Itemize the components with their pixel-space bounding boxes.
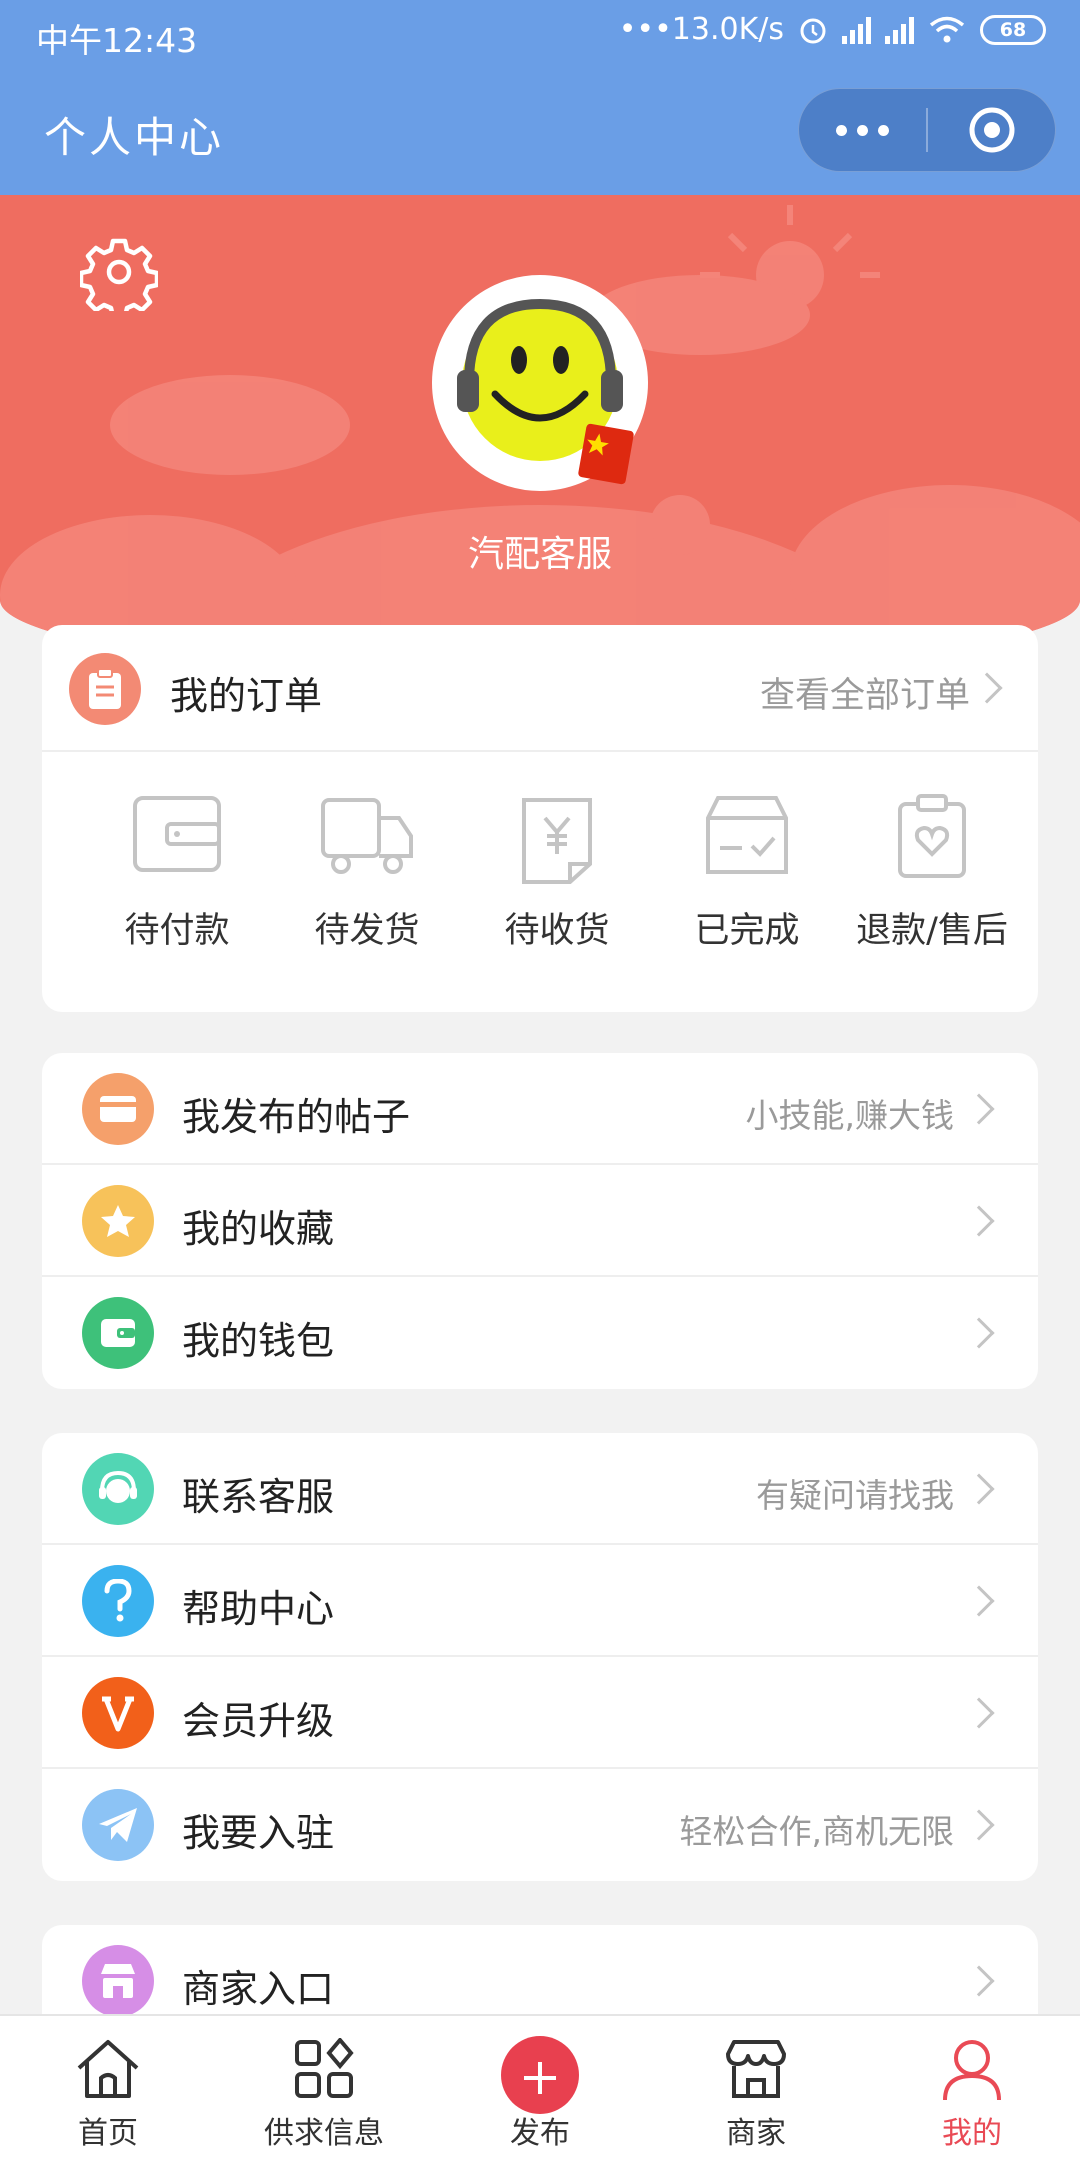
order-status-label: 待发货 — [314, 911, 420, 951]
page-title: 个人中心 — [44, 113, 225, 162]
tab-home[interactable]: 首页 — [0, 2016, 216, 2160]
tab-supply[interactable]: 供求信息 — [216, 2016, 432, 2160]
signal-icon — [842, 16, 871, 44]
star-icon — [82, 1185, 154, 1257]
username: 汽配客服 — [467, 534, 612, 575]
menu-item-join[interactable]: 我要入驻 轻松合作,商机无限 — [42, 1769, 1038, 1881]
chevron-right-icon — [963, 1965, 995, 1997]
wallet-icon — [82, 1297, 154, 1369]
top-bar: 中午12:43 •••13.0K/s 68 个人中心 — [0, 0, 1080, 195]
menu-item-label: 我发布的帖子 — [182, 1095, 411, 1139]
status-time: 中午12:43 — [36, 21, 198, 60]
close-miniprogram-button[interactable] — [928, 105, 1055, 155]
bottom-tab-bar: 首页 供求信息 发布 商家 我的 — [0, 2014, 1080, 2160]
tab-label: 首页 — [78, 2116, 138, 2151]
order-status-label: 待收货 — [504, 911, 610, 951]
menu-item-hint: 有疑问请找我 — [756, 1476, 954, 1515]
battery-indicator: 68 — [980, 14, 1046, 45]
menu-item-label: 商家入口 — [182, 1967, 335, 2011]
order-status-completed[interactable]: 已完成 — [647, 752, 847, 1002]
order-status-label: 已完成 — [694, 911, 800, 951]
plus-icon — [501, 2036, 579, 2114]
menu-item-label: 我的钱包 — [182, 1319, 335, 1363]
menu-item-hint: 小技能,赚大钱 — [745, 1096, 955, 1135]
profile-header: 汽配客服 — [0, 195, 1080, 675]
menu-item-label: 我的收藏 — [182, 1207, 335, 1251]
tab-label: 供求信息 — [264, 2116, 384, 2151]
chevron-right-icon — [963, 1585, 995, 1617]
order-status-pending-payment[interactable]: 待付款 — [77, 752, 277, 1002]
menu-item-contact-service[interactable]: 联系客服 有疑问请找我 — [42, 1433, 1038, 1545]
menu-item-label: 会员升级 — [182, 1699, 335, 1743]
view-all-orders-link[interactable]: 查看全部订单 — [760, 667, 970, 718]
menu-item-help-center[interactable]: 帮助中心 — [42, 1545, 1038, 1657]
chevron-right-icon — [963, 1317, 995, 1349]
store-icon — [726, 2040, 786, 2098]
orders-title: 我的订单 — [170, 674, 323, 718]
status-bar: 中午12:43 •••13.0K/s 68 — [0, 0, 1080, 70]
tab-publish[interactable]: 发布 — [432, 2016, 648, 2160]
chevron-right-icon — [963, 1205, 995, 1237]
paper-plane-icon — [82, 1789, 154, 1861]
grid-icon — [295, 2038, 354, 2098]
truck-icon — [321, 798, 413, 874]
signal-icon-2 — [885, 16, 914, 44]
menu-item-label: 我要入驻 — [182, 1811, 335, 1855]
order-status-refund[interactable]: 退款/售后 — [832, 752, 1032, 1002]
headset-icon — [82, 1453, 154, 1525]
target-icon — [969, 107, 1014, 153]
menu-item-favorites[interactable]: 我的收藏 — [42, 1165, 1038, 1277]
settings-button[interactable] — [78, 233, 160, 320]
receipt-yen-icon — [522, 798, 592, 884]
wifi-icon — [929, 16, 965, 42]
gear-icon — [78, 238, 160, 320]
tab-label: 我的 — [942, 2116, 1002, 2151]
alarm-icon — [800, 18, 826, 43]
vip-icon — [82, 1677, 154, 1749]
order-status-row: 待付款 待发货 待收货 已完成 退款/售后 — [42, 752, 1038, 1002]
chevron-right-icon — [963, 1697, 995, 1729]
tab-label: 商家 — [726, 2116, 786, 2151]
orders-header[interactable]: 我的订单 查看全部订单 — [42, 625, 1038, 752]
tab-mine[interactable]: 我的 — [864, 2016, 1080, 2160]
status-indicators: •••13.0K/s 68 — [619, 12, 1046, 47]
question-icon — [82, 1565, 154, 1637]
more-menu-button[interactable] — [799, 124, 926, 136]
user-icon — [943, 2040, 1001, 2101]
menu-item-label: 联系客服 — [182, 1475, 335, 1519]
chevron-right-icon — [963, 1093, 995, 1125]
menu-item-my-posts[interactable]: 我发布的帖子 小技能,赚大钱 — [42, 1053, 1038, 1165]
menu-group-service: 联系客服 有疑问请找我 帮助中心 会员升级 我要入驻 轻松合作,商机无限 — [42, 1433, 1038, 1881]
star-icon — [587, 433, 609, 456]
clipboard-heart-icon — [898, 794, 966, 878]
chevron-right-icon — [963, 1473, 995, 1505]
menu-item-wallet[interactable]: 我的钱包 — [42, 1277, 1038, 1389]
tab-label: 发布 — [510, 2116, 570, 2151]
personal-center-page: 中午12:43 •••13.0K/s 68 个人中心 汽配客服 我的订单 查看全… — [0, 0, 1080, 2160]
box-check-icon — [706, 796, 788, 874]
menu-group-posts: 我发布的帖子 小技能,赚大钱 我的收藏 我的钱包 — [42, 1053, 1038, 1389]
miniprogram-capsule — [798, 88, 1056, 172]
chevron-right-icon — [971, 672, 1003, 704]
card-icon — [82, 1073, 154, 1145]
home-icon — [77, 2040, 139, 2098]
shop-icon — [82, 1945, 154, 2017]
order-status-pending-shipment[interactable]: 待发货 — [267, 752, 467, 1002]
flag-badge — [577, 423, 635, 485]
tab-merchant[interactable]: 商家 — [648, 2016, 864, 2160]
wallet-icon — [133, 796, 221, 872]
orders-card: 我的订单 查看全部订单 待付款 待发货 待收货 已完成 退款/售后 — [42, 625, 1038, 1012]
order-status-pending-receipt[interactable]: 待收货 — [457, 752, 657, 1002]
menu-item-label: 帮助中心 — [182, 1587, 335, 1631]
menu-item-vip-upgrade[interactable]: 会员升级 — [42, 1657, 1038, 1769]
network-speed: •••13.0K/s — [618, 12, 784, 47]
order-status-label: 退款/售后 — [856, 911, 1008, 951]
order-icon — [69, 653, 141, 725]
chevron-right-icon — [963, 1809, 995, 1841]
order-status-label: 待付款 — [124, 911, 230, 951]
menu-item-hint: 轻松合作,商机无限 — [679, 1812, 955, 1851]
